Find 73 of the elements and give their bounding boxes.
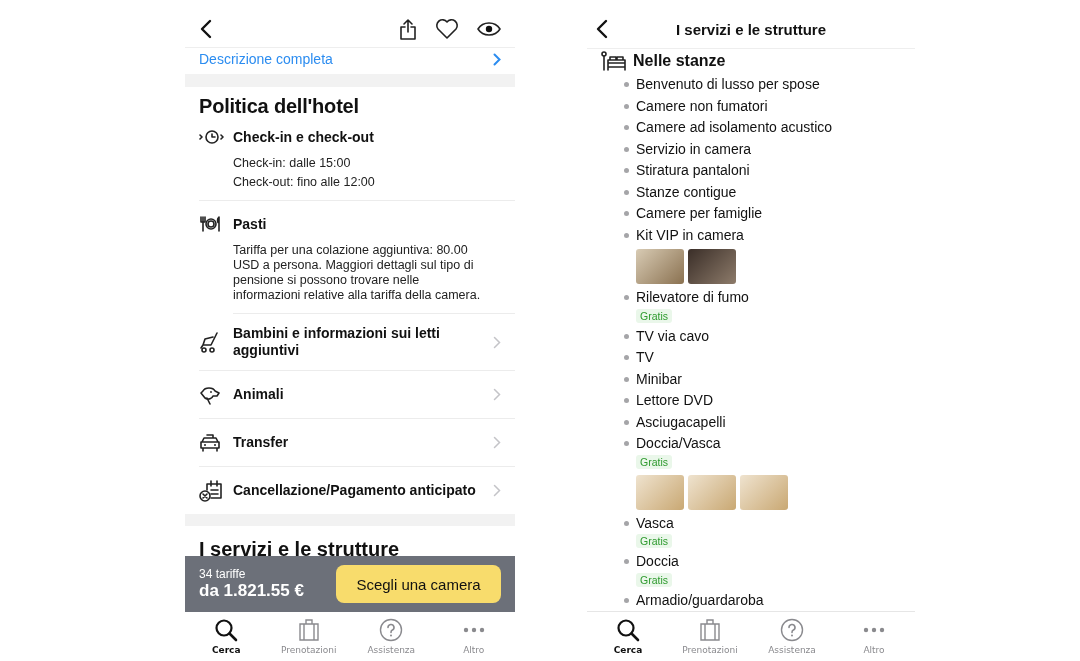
search-icon: [616, 618, 640, 642]
suitcase-icon: [698, 618, 722, 642]
chevron-right-icon: [493, 388, 501, 401]
free-tag: Gratis: [636, 534, 672, 548]
eye-icon[interactable]: [477, 20, 501, 37]
photo-placeholder[interactable]: [688, 249, 736, 284]
more-icon: [862, 627, 886, 633]
chevron-right-icon: [493, 52, 501, 66]
back-icon[interactable]: [199, 18, 213, 39]
free-tag: Gratis: [636, 454, 672, 469]
amenity-item: Asciugacapelli: [636, 412, 726, 432]
plate-cutlery-icon: [199, 216, 221, 232]
more-icon: [461, 627, 486, 633]
tab-button[interactable]: Cerca: [587, 612, 669, 661]
section-title: I servizi e le strutture: [199, 538, 401, 561]
policy-text: Check-in: dalle 15:00: [233, 156, 352, 171]
stroller-icon: [199, 331, 221, 353]
screen-title: I servizi e le strutture: [674, 20, 828, 38]
amenity-item: Rilevatore di fumo: [636, 288, 749, 307]
tab-button[interactable]: Prenotazioni: [669, 612, 751, 661]
rates-count: 34 tariffe: [199, 567, 247, 581]
section-heading: Check-in e check-out: [233, 129, 374, 145]
heart-icon[interactable]: [435, 17, 459, 40]
amenity-item: Camere per famiglie: [636, 204, 763, 223]
share-icon[interactable]: [399, 17, 417, 40]
full-description-link[interactable]: Descrizione completa: [199, 51, 333, 67]
amenity-item: TV via cavo: [636, 326, 710, 346]
chevron-right-icon: [493, 335, 501, 349]
search-icon: [214, 618, 239, 642]
amenity-item: Benvenuto di lusso per spose: [636, 75, 820, 94]
amenity-item: Camere non fumatori: [636, 96, 768, 116]
help-icon: [379, 618, 404, 642]
policy-link[interactable]: Transfer: [233, 434, 493, 451]
dog-icon: [199, 384, 221, 405]
section-title: Politica dell'hotel: [199, 95, 360, 118]
amenity-item: Stanze contigue: [636, 182, 737, 202]
tab-button[interactable]: Assistenza: [350, 612, 433, 661]
clock-icon: [199, 129, 225, 145]
amenity-item: Kit VIP in camera: [636, 225, 744, 245]
price-text: da 1.821.55 €: [199, 581, 305, 601]
policy-link[interactable]: Cancellazione/Pagamento anticipato: [233, 482, 493, 499]
tab-button[interactable]: Altro: [833, 612, 915, 661]
amenity-item: Armadio/guardaroba: [636, 590, 764, 610]
bed-icon: [601, 51, 627, 71]
tab-button[interactable]: Prenotazioni: [267, 612, 350, 661]
tab-button[interactable]: Altro: [432, 612, 515, 661]
amenity-item: TV: [636, 348, 654, 367]
car-icon: [199, 433, 221, 452]
policy-link[interactable]: Bambini e informazioni sui letti aggiuntivi: [233, 325, 493, 359]
amenity-item: Vasca: [636, 513, 674, 533]
amenity-item: Minibar: [636, 369, 682, 389]
back-icon[interactable]: [595, 19, 609, 39]
amenity-item: Doccia/Vasca: [636, 434, 721, 453]
tab-button[interactable]: Assistenza: [751, 612, 833, 661]
amenity-item: Camere ad isolamento acustico: [636, 118, 833, 137]
policy-link[interactable]: Animali: [233, 386, 493, 403]
section-heading: Pasti: [233, 216, 267, 232]
tab-button[interactable]: Cerca: [185, 612, 268, 661]
calendar-cancel-icon: [199, 479, 223, 502]
free-tag: Gratis: [636, 308, 672, 323]
amenity-item: Servizio in camera: [636, 139, 752, 159]
amenity-item: Lettore DVD: [636, 391, 714, 410]
chevron-right-icon: [493, 436, 501, 449]
choose-room-button[interactable]: Scegli una camera: [336, 565, 501, 603]
category-heading: Nelle stanze: [633, 52, 726, 70]
chevron-right-icon: [493, 484, 501, 497]
suitcase-icon: [296, 618, 321, 642]
help-icon: [780, 618, 804, 642]
free-tag: Gratis: [636, 572, 672, 587]
amenity-item: Doccia: [636, 552, 679, 571]
policy-text: Tariffa per una colazione aggiuntiva: 80.00 USD a persona. Maggiori dettagli sul tipo di pensione si possono trovare nelle informazioni relative alla tariffa della camera.: [233, 243, 482, 303]
amenity-item: Stiratura pantaloni: [636, 161, 750, 180]
policy-text: Check-out: fino alle 12:00: [233, 175, 376, 190]
